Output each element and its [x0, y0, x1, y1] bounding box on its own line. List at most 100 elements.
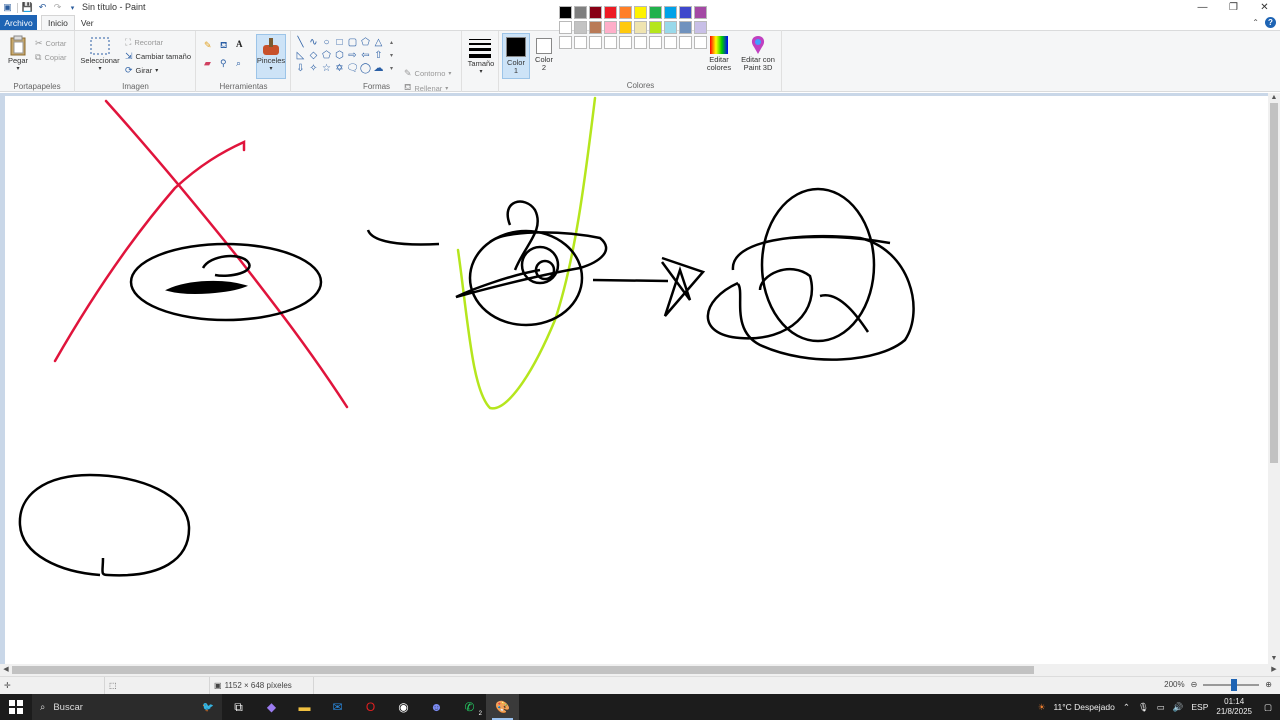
tab-home[interactable]: Inicio — [41, 15, 75, 30]
eraser-icon[interactable]: ▰ — [204, 58, 211, 69]
shape-diamond-icon[interactable]: ◇ — [307, 49, 320, 62]
palette-swatch[interactable] — [619, 21, 632, 34]
undo-icon[interactable]: ↶ — [37, 2, 48, 13]
whatsapp-icon[interactable]: ✆ 2 — [453, 694, 486, 720]
palette-swatch[interactable] — [559, 6, 572, 19]
discord-icon[interactable]: ☻ — [420, 694, 453, 720]
zoom-in-icon[interactable]: ⊕ — [1265, 680, 1272, 689]
shape-callout-oval-icon[interactable]: ◯ — [359, 62, 372, 75]
palette-swatch[interactable] — [589, 36, 602, 49]
scroll-down-icon[interactable]: ▼ — [1268, 654, 1280, 664]
shape-more-icon[interactable]: ▾ — [385, 62, 398, 75]
paste-button[interactable]: Pegar ▾ — [4, 35, 32, 73]
shape-curve-icon[interactable]: ∿ — [307, 36, 320, 49]
tab-file[interactable]: Archivo — [0, 15, 37, 30]
outlook-icon[interactable]: ✉ — [321, 694, 354, 720]
language-indicator[interactable]: ESP — [1191, 702, 1208, 712]
shape-up-arrow-icon[interactable]: ⇧ — [372, 49, 385, 62]
brushes-button[interactable]: Pinceles ▾ — [256, 34, 286, 79]
shape-rounded-rect-icon[interactable]: ▢ — [346, 36, 359, 49]
crop-button[interactable]: ⛶ Recortar — [125, 37, 163, 48]
shape-scroll-down-icon[interactable]: ▾ — [385, 49, 398, 62]
palette-swatch[interactable] — [634, 36, 647, 49]
qat-dropdown-icon[interactable]: ▾ — [67, 2, 78, 13]
redo-icon[interactable]: ↷ — [52, 2, 63, 13]
hidden-icons-chevron-icon[interactable]: ⌃ — [1123, 702, 1130, 713]
opera-icon[interactable]: O — [354, 694, 387, 720]
edit-colors-button[interactable]: Editar colores — [704, 34, 734, 72]
shape-callout-cloud-icon[interactable]: ☁ — [372, 62, 385, 75]
shape-callout-rect-icon[interactable]: 🗨 — [346, 62, 359, 75]
shape-down-arrow-icon[interactable]: ⇩ — [294, 62, 307, 75]
zoom-slider[interactable] — [1203, 678, 1260, 691]
scroll-up-icon[interactable]: ▲ — [1268, 93, 1280, 103]
copy-button[interactable]: ⧉ Copiar — [35, 52, 67, 63]
palette-swatch[interactable] — [604, 36, 617, 49]
shape-right-arrow-icon[interactable]: ⇨ — [346, 49, 359, 62]
text-tool-icon[interactable]: A — [236, 39, 243, 49]
color-picker-icon[interactable]: ⚲ — [220, 58, 227, 69]
shape-star4-icon[interactable]: ✧ — [307, 62, 320, 75]
shape-left-arrow-icon[interactable]: ⇦ — [359, 49, 372, 62]
palette-swatch[interactable] — [649, 21, 662, 34]
maximize-button[interactable]: ❐ — [1218, 0, 1249, 15]
taskbar-search[interactable]: ⌕ Buscar 🐦 — [32, 694, 222, 720]
help-icon[interactable]: ? — [1265, 17, 1276, 28]
palette-swatch[interactable] — [604, 21, 617, 34]
drawing-canvas[interactable] — [5, 96, 1268, 664]
zoom-out-icon[interactable]: ⊖ — [1191, 680, 1198, 689]
palette-swatch[interactable] — [679, 36, 692, 49]
palette-swatch[interactable] — [634, 21, 647, 34]
paint-taskbar-icon[interactable]: 🎨 — [486, 694, 519, 720]
close-button[interactable]: ✕ — [1249, 0, 1280, 15]
task-view-icon[interactable]: ⧉ — [222, 694, 255, 720]
magnifier-icon[interactable]: ⌕ — [236, 58, 241, 69]
obs-icon[interactable]: ◉ — [387, 694, 420, 720]
palette-swatch[interactable] — [559, 21, 572, 34]
resize-button[interactable]: ⇲ Cambiar tamaño — [125, 51, 191, 62]
horizontal-scroll-thumb[interactable] — [12, 666, 1034, 674]
palette-swatch[interactable] — [574, 36, 587, 49]
shape-triangle-icon[interactable]: △ — [372, 36, 385, 49]
weather-text[interactable]: 11°C Despejado — [1053, 702, 1114, 712]
scroll-right-icon[interactable]: ▶ — [1268, 664, 1280, 676]
size-button[interactable]: Tamaño ▾ — [463, 60, 499, 76]
shape-star6-icon[interactable]: ✡ — [333, 62, 346, 75]
palette-swatch[interactable] — [694, 21, 707, 34]
palette-swatch[interactable] — [649, 6, 662, 19]
palette-swatch[interactable] — [559, 36, 572, 49]
palette-swatch[interactable] — [589, 21, 602, 34]
palette-swatch[interactable] — [574, 21, 587, 34]
collapse-ribbon-icon[interactable]: ⌃ — [1252, 18, 1259, 27]
palette-swatch[interactable] — [619, 6, 632, 19]
palette-swatch[interactable] — [574, 6, 587, 19]
notifications-icon[interactable]: ▢ — [1264, 702, 1272, 713]
cut-button[interactable]: ✂ Cortar — [35, 38, 66, 49]
shape-rectangle-icon[interactable]: □ — [333, 36, 346, 49]
palette-swatch[interactable] — [664, 36, 677, 49]
palette-swatch[interactable] — [649, 36, 662, 49]
zoom-slider-knob[interactable] — [1231, 678, 1238, 691]
taskbar-clock[interactable]: 01:14 21/8/2025 — [1216, 697, 1252, 717]
vertical-scrollbar[interactable]: ▲ ▼ — [1268, 93, 1280, 664]
shape-hexagon-icon[interactable]: ⬡ — [333, 49, 346, 62]
vertical-scroll-thumb[interactable] — [1270, 103, 1278, 463]
color2-button[interactable]: Color 2 — [530, 33, 558, 79]
palette-swatch[interactable] — [694, 36, 707, 49]
shape-polygon-icon[interactable]: ⬠ — [359, 36, 372, 49]
color1-button[interactable]: Color 1 — [502, 33, 530, 79]
shape-line-icon[interactable]: ╲ — [294, 36, 307, 49]
palette-swatch[interactable] — [679, 21, 692, 34]
palette-swatch[interactable] — [694, 6, 707, 19]
microphone-icon[interactable]: 🎙 — [1138, 702, 1149, 713]
edit-paint3d-button[interactable]: Editar con Paint 3D — [738, 34, 778, 72]
copilot-icon[interactable]: ◆ — [255, 694, 288, 720]
palette-swatch[interactable] — [589, 6, 602, 19]
pencil-icon[interactable]: ✎ — [204, 40, 212, 51]
minimize-button[interactable]: — — [1187, 0, 1218, 15]
palette-swatch[interactable] — [664, 6, 677, 19]
palette-swatch[interactable] — [664, 21, 677, 34]
shape-star5-icon[interactable]: ☆ — [320, 62, 333, 75]
start-button[interactable] — [0, 694, 32, 720]
palette-swatch[interactable] — [679, 6, 692, 19]
